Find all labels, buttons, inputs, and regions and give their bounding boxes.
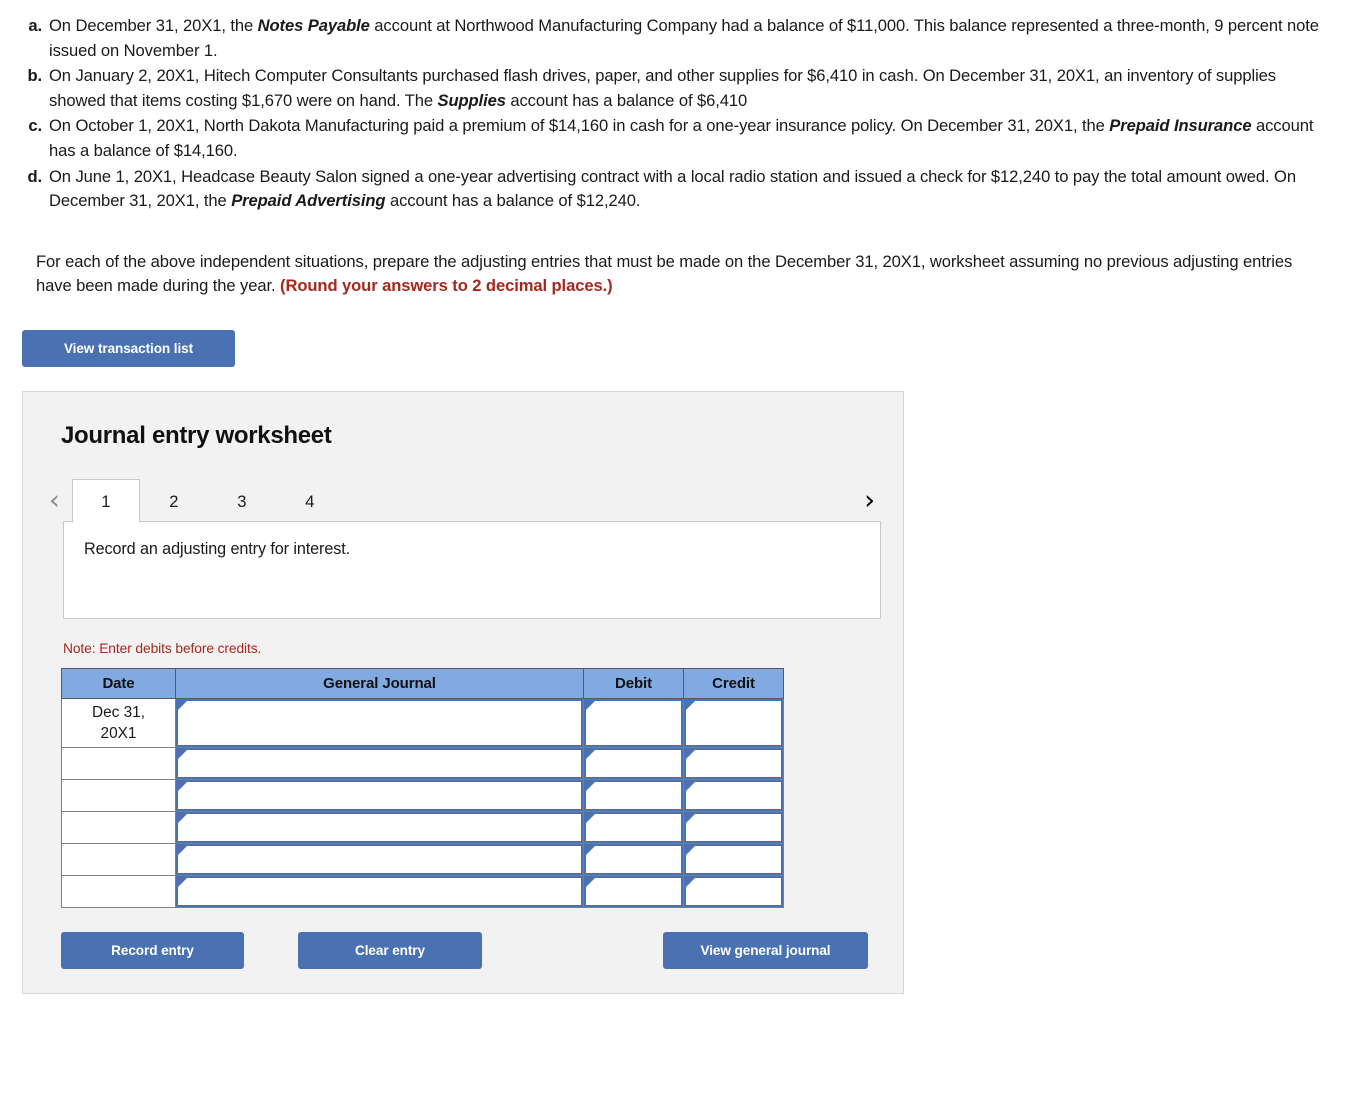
clear-entry-button[interactable]: Clear entry [298,931,482,969]
general-journal-input-cell[interactable] [175,842,584,876]
general-journal-input-cell-box[interactable] [176,747,583,779]
worksheet-tabs: 1234 [71,476,344,523]
debit-input-cell-box[interactable] [584,843,683,875]
date-cell[interactable] [61,778,176,812]
entry-description-text: Record an adjusting entry for interest. [84,539,351,558]
table-row [61,810,784,844]
chevron-right-icon[interactable]: › [858,487,881,522]
account-name-emphasis: Supplies [437,90,506,110]
credit-input-cell[interactable] [683,746,784,780]
record-entry-button[interactable]: Record entry [61,931,244,969]
worksheet-tab-2[interactable]: 2 [140,479,208,523]
situation-text: account has a balance of $12,240. [385,191,641,211]
instructions-text: For each of the above independent situat… [36,251,1293,296]
debits-before-credits-note: Note: Enter debits before credits. [63,640,262,656]
general-journal-input-cell[interactable] [175,697,584,748]
general-journal-input-cell[interactable] [175,874,584,908]
debit-input-cell-box[interactable] [584,698,683,747]
table-row [61,778,784,812]
journal-entry-worksheet-panel: Journal entry worksheet ‹ 1234 › Record … [22,390,904,994]
situation-marker: b. [27,66,42,86]
worksheet-tabbar: ‹ 1234 › [23,476,903,523]
general-journal-input-cell-box[interactable] [176,875,583,907]
date-cell[interactable] [61,842,176,876]
situation-item: b. On January 2, 20X1, Hitech Computer Co… [18,64,1324,113]
general-journal-input-cell-box[interactable] [176,811,583,843]
journal-entry-table: Date General Journal Debit Credit Dec 31… [61,667,784,908]
date-cell[interactable]: Dec 31, 20X1 [61,697,176,748]
worksheet-actions: Record entry Clear entry View general jo… [61,931,871,971]
journal-table-container: Date General Journal Debit Credit Dec 31… [61,667,903,908]
situations-list: a. On December 31, 20X1, the Notes Payabl… [18,14,1324,214]
view-transaction-list-container: View transaction list [22,329,1346,367]
problem-statement: a. On December 31, 20X1, the Notes Payabl… [0,0,1346,299]
column-header-general-journal: General Journal [175,667,584,699]
table-header-row: Date General Journal Debit Credit [61,667,784,699]
credit-input-cell-box[interactable] [684,843,783,875]
credit-input-cell-box[interactable] [684,779,783,811]
situation-text: account has a balance of $6,410 [505,90,748,110]
general-journal-input-cell-box[interactable] [176,698,583,747]
worksheet-tab-4[interactable]: 4 [276,479,344,523]
debit-input-cell[interactable] [583,810,684,844]
chevron-left-icon[interactable]: ‹ [43,487,66,522]
situation-text: On December 31, 20X1, the [49,16,258,35]
situation-item: c. On October 1, 20X1, North Dakota Manuf… [18,114,1324,163]
situation-marker: a. [28,16,42,35]
situation-item: a. On December 31, 20X1, the Notes Payabl… [18,14,1324,63]
worksheet-tab-1[interactable]: 1 [71,478,140,523]
worksheet-title: Journal entry worksheet [61,421,332,449]
table-row [61,874,784,908]
journal-table-body: Dec 31, 20X1 [61,697,784,908]
credit-input-cell[interactable] [683,697,784,748]
general-journal-input-cell-box[interactable] [176,779,583,811]
general-journal-input-cell[interactable] [175,810,584,844]
debit-input-cell-box[interactable] [584,779,683,811]
table-row [61,842,784,876]
view-general-journal-button[interactable]: View general journal [663,931,868,969]
entry-description-box: Record an adjusting entry for interest. [63,520,881,619]
credit-input-cell-box[interactable] [684,811,783,843]
account-name-emphasis: Prepaid Advertising [231,191,386,211]
credit-input-cell-box[interactable] [684,747,783,779]
debit-input-cell[interactable] [583,746,684,780]
general-journal-input-cell[interactable] [175,746,584,780]
situation-item: d. On June 1, 20X1, Headcase Beauty Salon… [18,165,1324,214]
debit-input-cell-box[interactable] [584,811,683,843]
debit-input-cell[interactable] [583,697,684,748]
debit-input-cell-box[interactable] [584,747,683,779]
date-cell[interactable] [61,746,176,780]
date-cell[interactable] [61,874,176,908]
table-row: Dec 31, 20X1 [61,697,784,748]
worksheet-tab-3[interactable]: 3 [208,479,276,523]
view-transaction-list-button[interactable]: View transaction list [22,329,235,367]
credit-input-cell[interactable] [683,778,784,812]
account-name-emphasis: Prepaid Insurance [1109,116,1252,136]
credit-input-cell-box[interactable] [684,698,783,747]
debit-input-cell-box[interactable] [584,875,683,907]
account-name-emphasis: Notes Payable [257,16,370,35]
debit-input-cell[interactable] [583,874,684,908]
general-journal-input-cell[interactable] [175,778,584,812]
debit-input-cell[interactable] [583,842,684,876]
situation-marker: c. [28,116,42,136]
credit-input-cell[interactable] [683,810,784,844]
instructions-emphasis: (Round your answers to 2 decimal places.… [280,276,613,296]
instructions-paragraph: For each of the above independent situat… [36,250,1302,299]
general-journal-input-cell-box[interactable] [176,843,583,875]
table-row [61,746,784,780]
column-header-credit: Credit [683,667,784,699]
column-header-debit: Debit [583,667,684,699]
situation-text: On October 1, 20X1, North Dakota Manufac… [49,116,1110,136]
credit-input-cell[interactable] [683,874,784,908]
situation-marker: d. [27,166,42,186]
date-cell[interactable] [61,810,176,844]
debit-input-cell[interactable] [583,778,684,812]
credit-input-cell[interactable] [683,842,784,876]
credit-input-cell-box[interactable] [684,875,783,907]
column-header-date: Date [61,667,176,699]
